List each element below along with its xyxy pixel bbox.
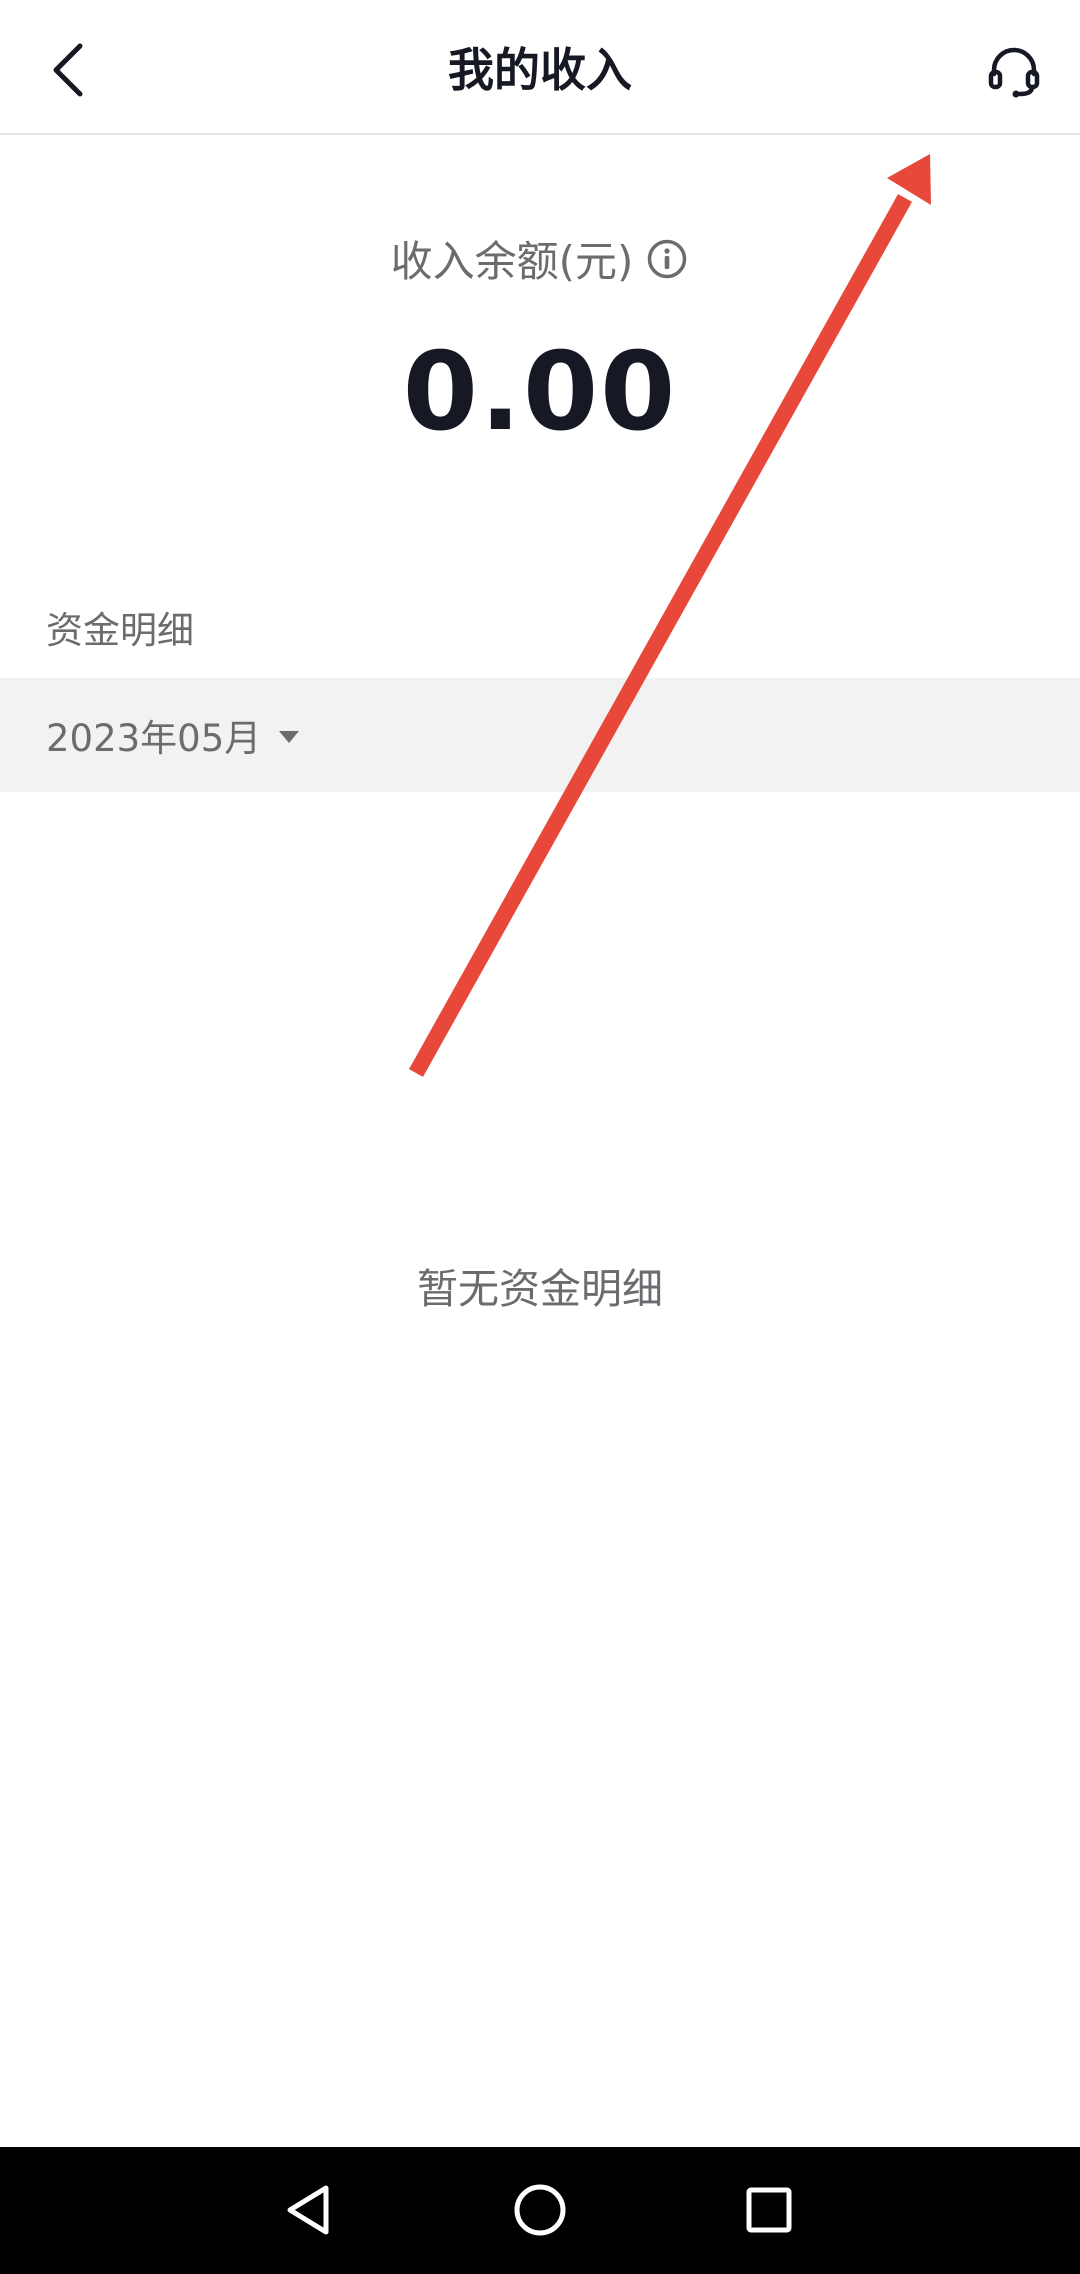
page-title: 我的收入 [448,43,632,97]
triangle-back-icon [287,2185,329,2235]
month-selector[interactable]: 2023年05月 [46,678,300,792]
month-filter-bar: 2023年05月 [0,678,1080,792]
income-page: 我的收入 收入余额(元) 0.00 资金明细 2023年05月 暂无资金明细 [0,0,1080,2274]
customer-service-button[interactable] [978,36,1050,108]
square-recents-icon [746,2187,792,2233]
section-title-fund-details: 资金明细 [46,609,194,652]
empty-state-text: 暂无资金明细 [417,1265,663,1313]
nav-back-button[interactable] [265,2165,355,2255]
balance-label: 收入余额(元) [390,237,634,286]
month-label: 2023年05月 [46,717,262,760]
top-bar: 我的收入 [0,0,1080,135]
nav-recents-button[interactable] [724,2165,814,2255]
caret-down-icon [279,731,300,743]
system-nav-bar [0,2147,1080,2274]
balance-label-row: 收入余额(元) [0,228,1080,289]
circle-home-icon [514,2184,566,2236]
balance-amount: 0.00 [402,330,678,455]
nav-home-button[interactable] [495,2165,585,2255]
headset-icon [988,47,1040,98]
info-icon[interactable] [645,237,689,281]
